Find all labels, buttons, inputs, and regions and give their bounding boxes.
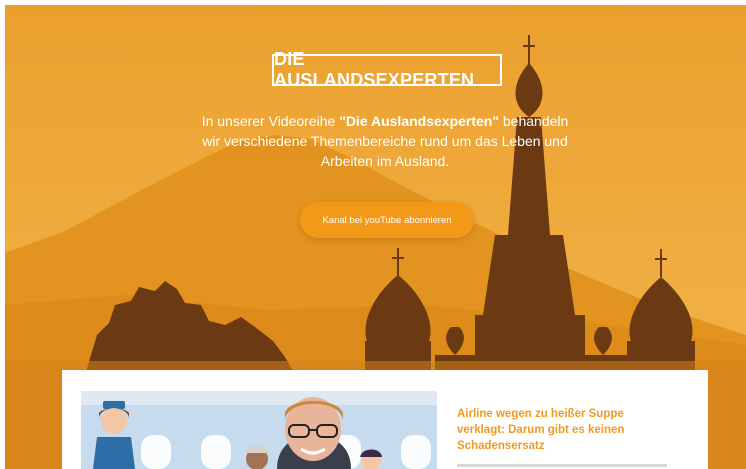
subscribe-youtube-button[interactable]: Kanal bei youTube abonnieren (300, 202, 474, 238)
intro-text-bold: "Die Auslandsexperten" (339, 113, 499, 129)
airplane-cabin-illustration-icon (81, 391, 437, 469)
article-excerpt-preview (457, 462, 667, 469)
article-thumbnail[interactable] (81, 391, 437, 469)
intro-text: In unserer Videoreihe "Die Auslandsexper… (195, 111, 575, 171)
article-title-link[interactable]: Airline wegen zu heißer Suppe verklagt: … (457, 406, 657, 454)
page: DIE AUSLANDSEXPERTEN In unserer Videorei… (0, 0, 746, 469)
intro-text-pre: In unserer Videoreihe (201, 113, 340, 129)
page-title: DIE AUSLANDSEXPERTEN (272, 49, 502, 90)
article-card[interactable]: Airline wegen zu heißer Suppe verklagt: … (62, 370, 708, 469)
